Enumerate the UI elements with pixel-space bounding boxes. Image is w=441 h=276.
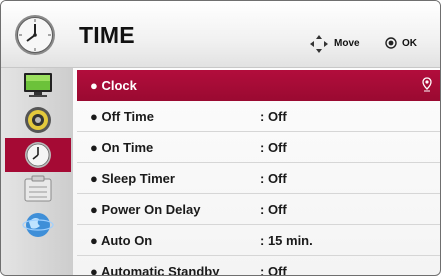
menu-item-label: ● Clock [90, 78, 137, 93]
menu-item-label: ● Power On Delay [90, 202, 201, 217]
time-settings-list: ● Clock ● Off Time : Off ● On Time : Off… [77, 70, 440, 276]
page-title: TIME [79, 22, 135, 48]
menu-item-automatic-standby[interactable]: ● Automatic Standby : Off [77, 256, 440, 276]
menu-item-label: ● Auto On [90, 233, 153, 248]
audio-icon [25, 107, 51, 133]
sidebar-item-picture[interactable] [5, 68, 71, 102]
network-icon [22, 213, 54, 237]
ok-button-icon [385, 37, 397, 49]
menu-item-power-on-delay[interactable]: ● Power On Delay : Off [77, 194, 440, 225]
menu-item-label: ● Off Time [90, 109, 154, 124]
ok-hint-label: OK [402, 38, 417, 49]
sidebar-item-option[interactable] [5, 173, 71, 207]
menu-item-value: : Off [260, 264, 287, 276]
menu-item-label: ● Automatic Standby [90, 264, 220, 276]
option-icon [24, 175, 52, 202]
menu-item-label: ● Sleep Timer [90, 171, 175, 186]
location-pin-icon [422, 77, 432, 92]
menu-header: TIME Move OK [1, 1, 440, 68]
menu-item-label: ● On Time [90, 140, 154, 155]
menu-item-on-time[interactable]: ● On Time : Off [77, 132, 440, 163]
menu-item-value: : Off [260, 202, 287, 217]
sidebar-item-network[interactable] [5, 208, 71, 242]
menu-item-off-time[interactable]: ● Off Time : Off [77, 101, 440, 132]
menu-item-clock[interactable]: ● Clock [77, 70, 440, 101]
clock-icon [15, 15, 55, 55]
sidebar-item-time[interactable] [5, 138, 71, 172]
category-sidebar [1, 68, 73, 275]
menu-item-value: : Off [260, 171, 287, 186]
time-menu-screen: TIME Move OK ● Clock ● Off Time: Off ● … [0, 0, 441, 276]
move-hint-label: Move [334, 38, 360, 49]
menu-item-value: : 15 min. [260, 233, 313, 248]
move-arrows-icon [310, 35, 328, 53]
sidebar-item-audio[interactable] [5, 103, 71, 137]
menu-item-sleep-timer[interactable]: ● Sleep Timer : Off [77, 163, 440, 194]
picture-icon [24, 73, 52, 97]
menu-item-value: : Off [260, 140, 287, 155]
menu-item-value: : Off [260, 109, 287, 124]
menu-item-auto-on[interactable]: ● Auto On : 15 min. [77, 225, 440, 256]
time-icon [25, 142, 51, 168]
